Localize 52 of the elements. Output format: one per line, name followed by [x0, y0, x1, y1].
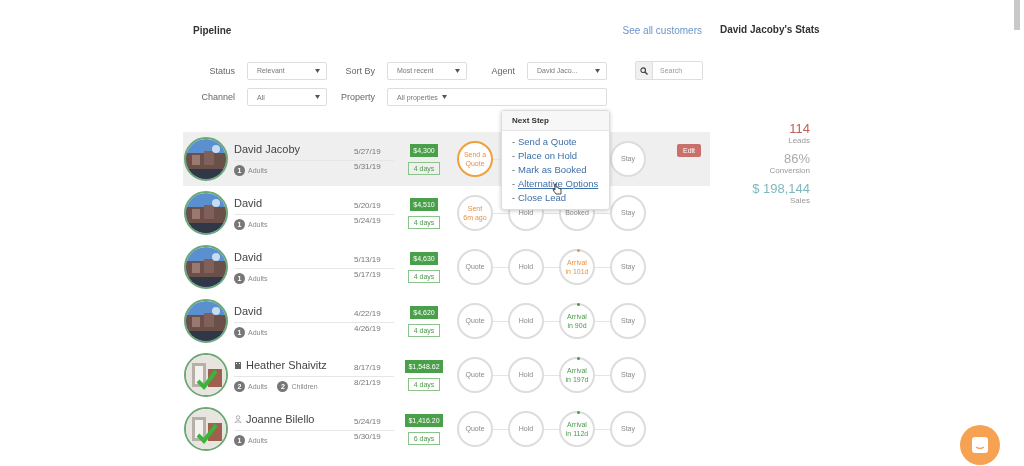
stat-label: Conversion [769, 166, 810, 175]
caret-icon [315, 95, 320, 99]
guest-name: David [234, 196, 263, 209]
filter-label: Sort By [344, 65, 376, 76]
next-step-link[interactable]: Place on Hold [518, 149, 578, 162]
chat-icon [971, 436, 989, 454]
guest-name: David Jacoby [234, 142, 301, 155]
list-marker: - [512, 192, 515, 205]
start-date: 5/20/19 [354, 201, 382, 210]
filter-label: Property [340, 92, 376, 102]
list-marker: - [512, 178, 515, 191]
end-date: 4/26/19 [354, 324, 382, 333]
start-date: 5/13/19 [354, 255, 382, 264]
popup-title: Next Step [502, 111, 609, 131]
guest-name: David [234, 250, 263, 263]
list-marker: - [512, 164, 515, 177]
person-icon [234, 414, 242, 423]
start-date: 5/24/19 [354, 417, 382, 426]
guest-name: Heather Shaivitz [246, 358, 327, 371]
see-all-customers-link[interactable]: See all customers [622, 24, 702, 36]
end-date: 5/24/19 [354, 216, 382, 225]
chat-button[interactable] [960, 425, 1000, 465]
caret-icon [595, 68, 600, 73]
stat-label: Leads [788, 136, 810, 145]
end-date: 5/30/19 [354, 432, 382, 441]
start-date: 4/22/19 [354, 309, 382, 318]
caret-icon [455, 68, 460, 73]
stat-label: Sales [790, 196, 810, 205]
end-date: 8/21/19 [354, 378, 382, 387]
filter-label: Agent [490, 65, 516, 76]
caret-icon [441, 95, 447, 99]
search-icon [640, 66, 648, 75]
filter-label: Channel [200, 92, 236, 102]
caret-icon [315, 68, 320, 73]
start-date: 8/17/19 [354, 363, 382, 372]
guest-name: Joanne Bilello [246, 412, 315, 425]
list-marker: - [512, 150, 515, 163]
stat-value: 114 [789, 121, 810, 136]
stat-value: 86% [783, 151, 810, 166]
guest-name: David [234, 304, 263, 317]
scrollbar-thumb[interactable] [1014, 0, 1020, 30]
filter-label: Status [208, 65, 236, 76]
end-date: 5/31/19 [354, 162, 382, 171]
building-icon [234, 360, 242, 369]
stats-title: David Jacoby's Stats [720, 23, 820, 37]
list-marker: - [512, 136, 515, 149]
start-date: 5/27/19 [354, 147, 382, 156]
next-step-link[interactable]: Send a Quote [518, 135, 577, 148]
stat-value: $ 198,144 [752, 181, 810, 196]
end-date: 5/17/19 [354, 270, 382, 279]
next-step-link[interactable]: Mark as Booked [518, 163, 587, 176]
section-title: Pipeline [193, 24, 232, 36]
